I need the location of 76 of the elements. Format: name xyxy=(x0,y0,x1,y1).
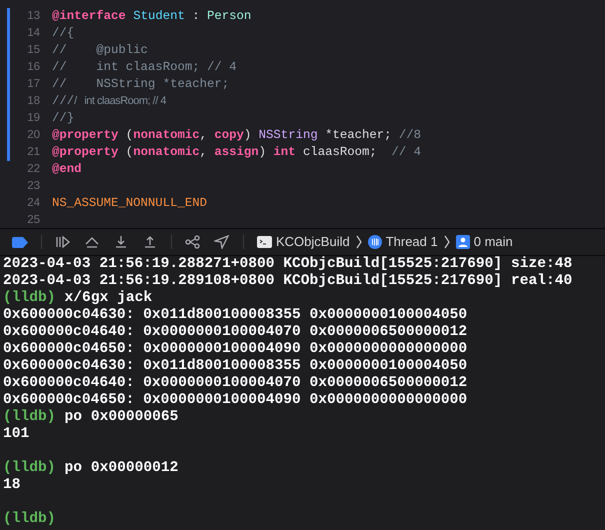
step-out-icon[interactable] xyxy=(142,235,158,249)
line-number: 19 xyxy=(26,110,40,126)
line-number: 24 xyxy=(26,196,40,211)
code-text: , xyxy=(200,127,208,144)
code-text: ) xyxy=(244,127,252,144)
line-number: 17 xyxy=(26,76,40,92)
code-text: ) xyxy=(258,144,268,162)
line-number: 14 xyxy=(26,26,40,41)
breadcrumb-item[interactable]: KCObjcBuild xyxy=(257,232,350,252)
console-output: 18 xyxy=(3,477,21,493)
lldb-prompt: (lldb) xyxy=(3,511,56,528)
console-output: 0x600000c04630: 0x011d800100008355 0x0000000100004050 xyxy=(3,358,468,374)
line-number: 22 xyxy=(26,162,40,177)
line-number: 16 xyxy=(26,60,40,75)
lldb-prompt: (lldb) xyxy=(3,460,56,477)
line-number: 25 xyxy=(26,212,40,228)
console-output: 0x600000c04640: 0x0000000100004070 0x0000006500000012 xyxy=(3,324,468,340)
line-number: 15 xyxy=(26,42,40,58)
code-comment: // 4 xyxy=(392,144,422,162)
line-number: 23 xyxy=(26,178,40,194)
step-into-icon[interactable] xyxy=(113,235,129,249)
person-icon xyxy=(456,235,470,249)
terminal-icon xyxy=(257,236,272,248)
console-command: x/6gx jack xyxy=(64,290,152,307)
step-over-icon[interactable] xyxy=(84,235,100,249)
console-command: po 0x00000065 xyxy=(64,409,178,426)
keyword-token: nonatomic xyxy=(133,144,200,162)
lldb-prompt: (lldb) xyxy=(3,409,56,426)
thread-icon xyxy=(368,235,382,249)
code-text: : xyxy=(191,8,201,26)
doc-comment: / int claasRoom; // 4 xyxy=(74,94,166,110)
location-arrow-icon[interactable] xyxy=(214,235,230,249)
code-comment: //8 xyxy=(398,127,422,144)
console-output: 2023-04-03 21:56:19.288271+0800 KCObjcBuild[15525:217690] size:48 xyxy=(3,256,572,272)
line-number: 21 xyxy=(26,144,40,160)
console-output: 0x600000c04650: 0x0000000100004090 0x0000000000000000 xyxy=(3,341,468,357)
class-name-token: Student xyxy=(133,8,185,26)
console-command: po 0x00000012 xyxy=(64,460,178,477)
keyword-token: @property xyxy=(52,127,118,144)
type-token: NSString xyxy=(258,127,318,144)
code-comment: //} xyxy=(52,110,74,128)
chevron-icon xyxy=(444,235,450,249)
console-output: 0x600000c04640: 0x0000000100004070 0x0000006500000012 xyxy=(3,375,468,391)
console-output: 2023-04-03 21:56:19.289108+0800 KCObjcBuild[15525:217690] real:40 xyxy=(3,273,572,289)
console-output: 0x600000c04630: 0x011d800100008355 0x0000000100004050 xyxy=(3,307,468,323)
keyword-token: @interface xyxy=(52,8,127,26)
line-number: 18 xyxy=(26,94,40,109)
code-text: ( xyxy=(124,144,134,162)
breadcrumb-item[interactable]: Thread 1 xyxy=(368,232,438,252)
code-text: ( xyxy=(124,127,134,144)
line-number: 20 xyxy=(26,128,40,143)
nodes-icon[interactable] xyxy=(185,235,201,249)
continue-icon[interactable] xyxy=(55,235,71,249)
keyword-token: assign xyxy=(214,144,259,162)
keyword-token: @property xyxy=(52,144,118,162)
code-text: , xyxy=(200,144,208,162)
code-comment: // @public xyxy=(52,42,148,60)
code-comment: // NSString *teacher; xyxy=(52,76,230,94)
class-name-token: Person xyxy=(206,8,252,26)
breakpoint-toggle-icon[interactable] xyxy=(12,236,28,248)
macro-token: NS_ASSUME_NONNULL_END xyxy=(52,195,207,212)
breadcrumb-item[interactable]: 0 main xyxy=(456,232,513,252)
code-comment: /// xyxy=(52,93,74,110)
chevron-icon xyxy=(356,235,362,249)
keyword-token: int xyxy=(273,144,296,162)
console-output: 0x600000c04650: 0x0000000100004090 0x0000000000000000 xyxy=(3,392,468,408)
code-comment: //{ xyxy=(52,25,74,42)
code-text: claasRoom; xyxy=(302,144,378,162)
console-output: 101 xyxy=(3,426,30,442)
lldb-prompt: (lldb) xyxy=(3,290,56,307)
keyword-token: copy xyxy=(214,127,244,144)
code-comment: // int claasRoom; // 4 xyxy=(52,59,236,76)
keyword-token: @end xyxy=(52,161,82,178)
code-text: *teacher; xyxy=(324,127,393,144)
keyword-token: nonatomic xyxy=(133,127,200,144)
line-number: 13 xyxy=(26,8,40,24)
